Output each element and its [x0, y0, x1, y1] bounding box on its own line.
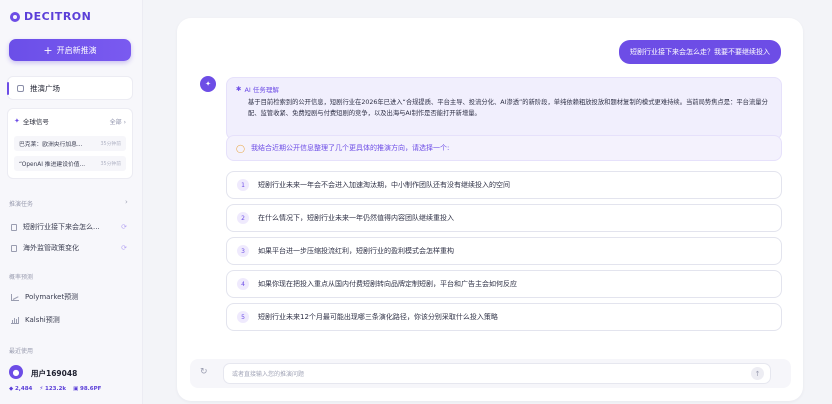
sidebar-item-kalshi[interactable]: Kalshi预测 — [11, 313, 131, 327]
sidebar-item-task[interactable]: 短剧行业接下来会怎么... ⟳ — [11, 220, 131, 234]
document-icon — [11, 223, 17, 231]
chip-icon: ▣ — [73, 386, 79, 392]
analysis-title: ✱ AI 任务理解 — [236, 85, 279, 94]
signal-text: 巴克莱：欧洲央行加息... — [19, 142, 83, 148]
chevron-right-icon: › — [125, 198, 128, 206]
sidebar: DECITRON + 开启新推演 推演广场 ✦ 全球信号 全部 › 巴克莱：欧洲… — [0, 0, 143, 404]
option-text: 短剧行业未来12个月最可能出现哪三条演化路径，你该分别采取什么投入策略 — [258, 313, 498, 321]
user-message: 短剧行业接下来会怎么走？我要不要继续投入 — [619, 40, 781, 64]
direction-hint: ◯ 我结合近期公开信息整理了几个更具体的推演方向，请选择一个: — [226, 135, 782, 161]
new-simulation-label: 开启新推演 — [56, 45, 97, 55]
option-text: 如果你现在把投入重点从国内付费短剧转向品牌定制短剧，平台和广告主会如何反应 — [258, 280, 517, 288]
option-item[interactable]: 3 如果平台进一步压缩投流红利，短剧行业的盈利模式会怎样重构 — [226, 237, 782, 265]
analysis-body: 基于目前检索到的公开信息，短剧行业在2026年已进入“合规提质、平台主导、投流分… — [248, 99, 768, 117]
signals-header: ✦ 全球信号 全部 › — [14, 116, 126, 126]
signal-item[interactable]: “OpenAI 推进建设价值... 35分钟前 — [14, 156, 126, 171]
loading-icon: ⟳ — [121, 223, 127, 231]
chat-panel: 短剧行业接下来会怎么走？我要不要继续投入 ✦ ✱ AI 任务理解 基于目前检索到… — [177, 18, 803, 401]
line-chart-icon — [11, 293, 19, 301]
sidebar-item-task[interactable]: 海外监管政策变化 ⟳ — [11, 241, 131, 255]
tasks-section-label[interactable]: 推演任务 › — [9, 198, 128, 208]
option-text: 在什么情况下，短剧行业未来一年仍然值得内容团队继续重投入 — [258, 214, 454, 222]
option-number: 3 — [237, 245, 249, 257]
signal-icon: ✦ — [14, 117, 20, 125]
active-indicator — [7, 82, 9, 95]
option-item[interactable]: 5 短剧行业未来12个月最可能出现哪三条演化路径，你该分别采取什么投入策略 — [226, 303, 782, 331]
stat-item: ▣ 98.6PF — [73, 386, 102, 392]
signals-title: 全球信号 — [22, 118, 49, 126]
logo[interactable]: DECITRON — [10, 10, 91, 23]
task-label: 海外监管政策变化 — [23, 244, 79, 252]
stat-item: ⚡ 123.2k — [39, 386, 67, 392]
signal-item[interactable]: 巴克莱：欧洲央行加息... 35分钟前 — [14, 136, 126, 151]
document-icon — [11, 244, 17, 252]
logo-icon — [10, 11, 20, 22]
bar-chart-icon — [11, 316, 19, 324]
refresh-icon[interactable]: ↻ — [200, 367, 208, 377]
signal-time: 35分钟前 — [100, 142, 122, 147]
forecast-label: Kalshi预测 — [25, 316, 60, 324]
loading-icon: ⟳ — [121, 244, 127, 252]
avatar: ● — [9, 365, 23, 379]
chat-input-bar: ↻ 或者直接输入您的推演问题 ↑ — [190, 359, 791, 388]
option-item[interactable]: 1 短剧行业未来一年会不会进入加速淘汰期，中小制作团队还有没有继续投入的空间 — [226, 171, 782, 199]
recent-section-label: 最近使用 — [9, 348, 34, 355]
signal-time: 35分钟前 — [100, 162, 122, 167]
option-item[interactable]: 4 如果你现在把投入重点从国内付费短剧转向品牌定制短剧，平台和广告主会如何反应 — [226, 270, 782, 298]
user-name: 用户169048 — [31, 369, 78, 378]
sparkle-icon: ✱ — [236, 85, 242, 93]
chat-input[interactable]: 或者直接输入您的推演问题 ↑ — [223, 363, 771, 384]
sidebar-item-square[interactable]: 推演广场 — [7, 76, 133, 100]
forecast-section-label: 概率预测 — [9, 274, 34, 281]
new-simulation-button[interactable]: + 开启新推演 — [9, 39, 131, 61]
send-button[interactable]: ↑ — [751, 367, 764, 380]
input-placeholder: 或者直接输入您的推演问题 — [232, 371, 305, 378]
lightning-icon: ⚡ — [39, 386, 44, 392]
task-label: 短剧行业接下来会怎么... — [23, 223, 100, 231]
sidebar-item-polymarket[interactable]: Polymarket预测 — [11, 290, 131, 304]
analysis-card: ✱ AI 任务理解 基于目前检索到的公开信息，短剧行业在2026年已进入“合规提… — [226, 77, 782, 140]
signals-all-link[interactable]: 全部 › — [110, 117, 126, 126]
option-text: 如果平台进一步压缩投流红利，短剧行业的盈利模式会怎样重构 — [258, 247, 454, 255]
logo-text: DECITRON — [24, 10, 92, 23]
lightbulb-icon: ◯ — [236, 143, 245, 153]
option-number: 1 — [237, 179, 249, 191]
hint-text: 我结合近期公开信息整理了几个更具体的推演方向，请选择一个: — [250, 144, 450, 152]
plus-icon: + — [43, 43, 53, 57]
option-number: 5 — [237, 311, 249, 323]
bot-avatar-icon: ✦ — [200, 76, 216, 92]
forecast-label: Polymarket预测 — [25, 293, 79, 301]
diamond-icon: ◆ — [9, 386, 14, 392]
option-number: 2 — [237, 212, 249, 224]
user-stats: ◆ 2,484 ⚡ 123.2k ▣ 98.6PF — [9, 386, 101, 392]
option-text: 短剧行业未来一年会不会进入加速淘汰期，中小制作团队还有没有继续投入的空间 — [258, 181, 510, 189]
option-item[interactable]: 2 在什么情况下，短剧行业未来一年仍然值得内容团队继续重投入 — [226, 204, 782, 232]
sidebar-item-label: 推演广场 — [30, 83, 60, 93]
signal-text: “OpenAI 推进建设价值... — [19, 162, 86, 168]
grid-icon — [17, 84, 24, 92]
global-signals-card: ✦ 全球信号 全部 › 巴克莱：欧洲央行加息... 35分钟前 “OpenAI … — [7, 108, 133, 179]
option-number: 4 — [237, 278, 249, 290]
stat-item: ◆ 2,484 — [9, 386, 33, 392]
